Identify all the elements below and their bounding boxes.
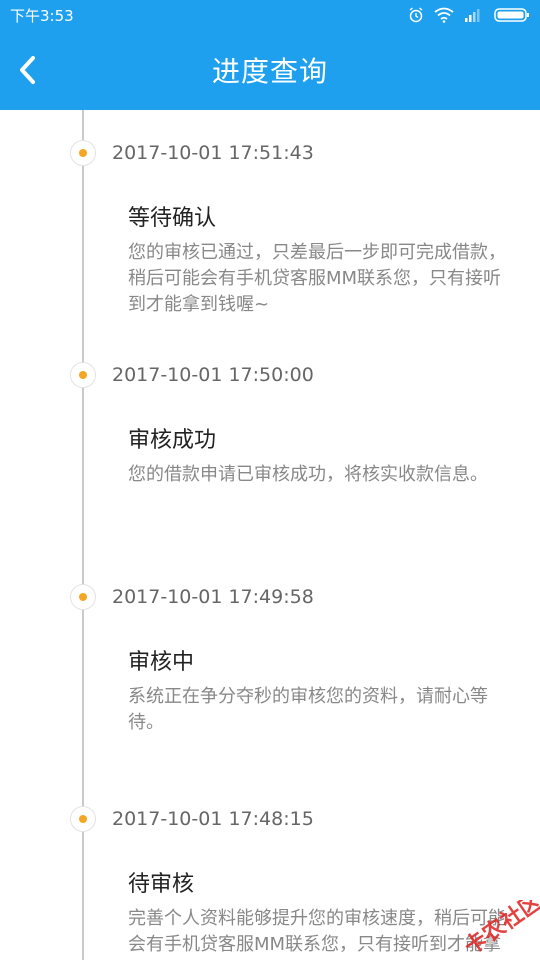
timeline-line xyxy=(82,110,84,960)
timeline-dot xyxy=(70,806,96,832)
timeline-list: 2017-10-01 17:51:43 等待确认 您的审核已通过，只差最后一步即… xyxy=(0,110,540,960)
event-time: 2017-10-01 17:51:43 xyxy=(112,142,314,164)
wifi-icon xyxy=(434,7,454,23)
event-title: 审核中 xyxy=(128,650,195,675)
event-description: 您的审核已通过，只差最后一步即可完成借款，稍后可能会有手机贷客服MM联系您，只有… xyxy=(128,242,506,315)
timeline-dot xyxy=(70,362,96,388)
event-title: 待审核 xyxy=(128,872,195,897)
back-button[interactable] xyxy=(8,46,48,94)
status-time: 下午3:53 xyxy=(10,6,74,25)
page-title: 进度查询 xyxy=(211,55,328,88)
event-description: 您的借款申请已审核成功，将核实收款信息。 xyxy=(128,464,488,485)
status-bar: 下午3:53 xyxy=(0,0,540,30)
event-title: 等待确认 xyxy=(128,206,217,231)
timeline-dot xyxy=(70,584,96,610)
app-bar: 进度查询 xyxy=(0,30,540,110)
status-icons xyxy=(408,7,530,23)
svg-text:卡农社区: 卡农社区 xyxy=(460,900,540,959)
alarm-icon xyxy=(409,7,423,23)
chevron-left-icon xyxy=(20,56,35,84)
event-time: 2017-10-01 17:49:58 xyxy=(112,586,314,608)
battery-icon xyxy=(494,8,529,22)
timeline-dot xyxy=(70,140,96,166)
signal-icon xyxy=(465,9,480,22)
event-title: 审核成功 xyxy=(128,428,217,453)
event-description: 系统正在争分夺秒的审核您的资料，请耐心等待。 xyxy=(128,686,488,733)
event-time: 2017-10-01 17:48:15 xyxy=(112,808,314,830)
watermark-logo: 卡农社区 xyxy=(460,900,540,959)
event-time: 2017-10-01 17:50:00 xyxy=(112,364,314,386)
